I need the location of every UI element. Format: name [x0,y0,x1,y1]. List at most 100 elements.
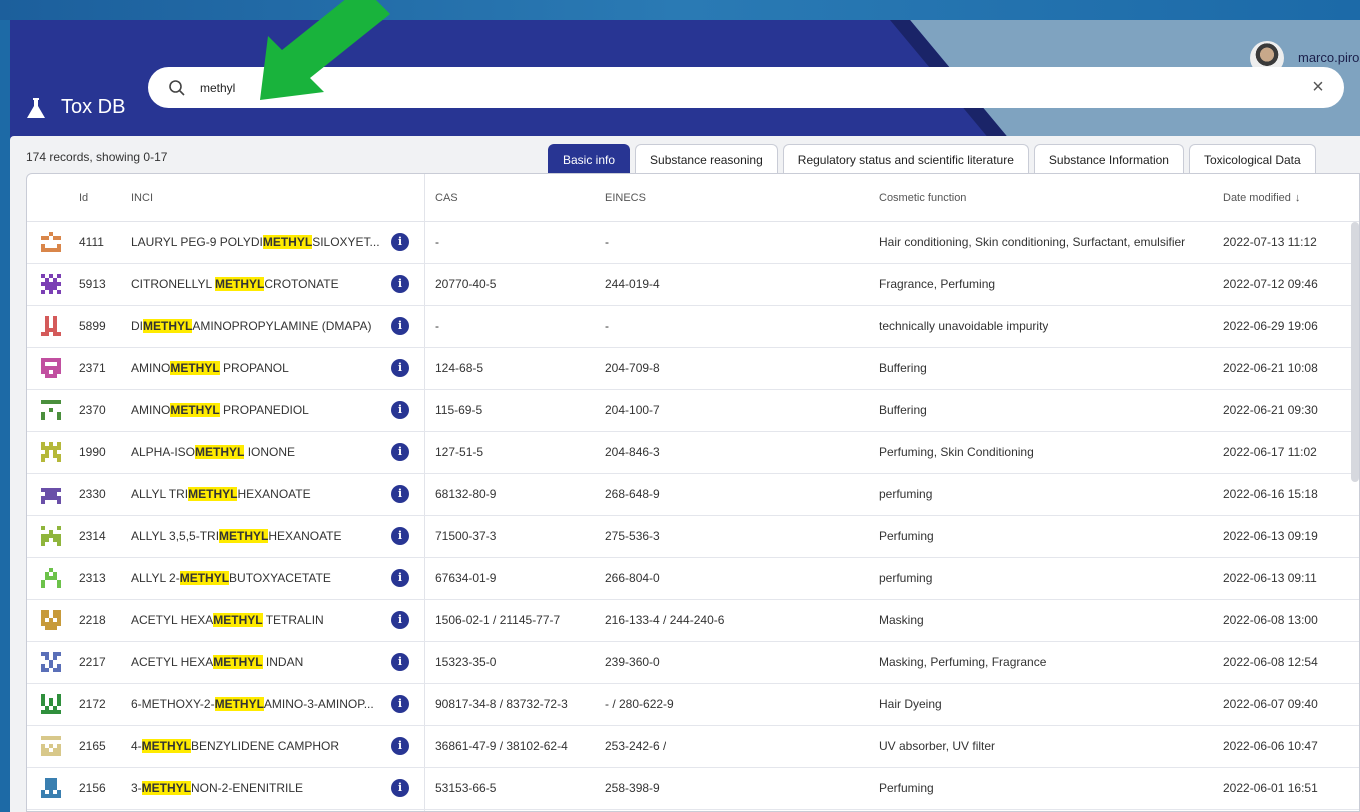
clear-search-icon[interactable]: × [1308,76,1328,99]
app-logo[interactable]: Tox DB [25,96,125,119]
table-row[interactable]: 2218 ACETYL HEXAMETHYL TETRALIN i 1506-02-1… [27,600,1359,642]
inci-prefix: 3- [131,781,142,795]
cell-einecs: 216-133-4 / 244-240-6 [605,613,725,627]
cell-cas: 53153-66-5 [435,781,497,795]
sort-down-icon[interactable]: ↓ [1295,192,1301,204]
inci-prefix: ALLYL 3,5,5-TRI [131,529,220,543]
inci-suffix: SILOXYET... [312,235,380,249]
tab-substance-information[interactable]: Substance Information [1033,144,1184,174]
info-icon[interactable]: i [391,275,409,293]
cell-einecs: 204-709-8 [605,361,660,375]
info-icon[interactable]: i [391,485,409,503]
cell-einecs: 204-846-3 [605,445,660,459]
table-row[interactable]: 2314 ALLYL 3,5,5-TRIMETHYLHEXANOATE i 71500… [27,516,1359,558]
desktop-background [0,0,1360,20]
cell-id: 5899 [79,319,106,333]
info-icon[interactable]: i [391,443,409,461]
search-match-highlight: METHYL [219,529,269,543]
table-row[interactable]: 2172 6-METHOXY-2-METHYLAMINO-3-AMINOP... i… [27,684,1359,726]
cell-cas: 36861-47-9 / 38102-62-4 [435,739,568,753]
record-count: 174 records, showing 0-17 [26,150,168,164]
cell-cas: 20770-40-5 [435,277,497,291]
table-row[interactable]: 2217 ACETYL HEXAMETHYL INDAN i 15323-35-0 23… [27,642,1359,684]
cell-cosmetic-function: perfuming [879,571,933,585]
table-row[interactable]: 5899 DIMETHYLAMINOPROPYLAMINE (DMAPA) i - - t… [27,306,1359,348]
column-header-function[interactable]: Cosmetic function [879,192,966,204]
cell-id: 2217 [79,655,106,669]
cell-id: 2313 [79,571,106,585]
cell-cas: 15323-35-0 [435,655,497,669]
search-bar[interactable]: × [148,67,1344,108]
inci-prefix: DI [131,319,143,333]
info-icon[interactable]: i [391,779,409,797]
cell-cas: - [435,319,439,333]
table-row[interactable]: 2165 4-METHYLBENZYLIDENE CAMPHOR i 36861-47… [27,726,1359,768]
cell-einecs: - [605,319,609,333]
cell-einecs: 258-398-9 [605,781,660,795]
cell-einecs: - [605,235,609,249]
info-icon[interactable]: i [391,359,409,377]
info-icon[interactable]: i [391,695,409,713]
table-row[interactable]: 4111 LAURYL PEG-9 POLYDIMETHYLSILOXYET...… [27,222,1359,264]
inci-suffix: AMINOPROPYLAMINE (DMAPA) [192,319,372,333]
inci-suffix: PROPANEDIOL [219,403,309,417]
cell-date-modified: 2022-06-21 10:08 [1223,361,1318,375]
info-icon[interactable]: i [391,611,409,629]
info-icon[interactable]: i [391,401,409,419]
cell-date-modified: 2022-07-13 11:12 [1223,235,1317,249]
substance-avatar-icon [41,694,61,714]
cell-cosmetic-function: Buffering [879,403,927,417]
substance-avatar-icon [41,610,61,630]
scrollbar[interactable] [1351,222,1359,482]
cell-id: 2371 [79,361,106,375]
info-icon[interactable]: i [391,569,409,587]
column-header-date-label: Date modified [1223,192,1291,204]
column-header-inci[interactable]: INCI [131,192,153,204]
search-match-highlight: METHYL [141,739,192,753]
tab-bar: Basic info Substance reasoning Regulatory … [548,144,1316,174]
search-icon [169,79,185,96]
column-header-date[interactable]: Date modified ↓ [1223,192,1300,204]
cell-cosmetic-function: Masking, Perfuming, Fragrance [879,655,1047,669]
user-name[interactable]: marco.pirozz [1298,50,1360,65]
table-row[interactable]: 2370 AMINOMETHYL PROPANEDIOL i 115-69-5 204-… [27,390,1359,432]
inci-suffix: TETRALIN [262,613,324,627]
substance-avatar-icon [41,778,61,798]
tab-substance-reasoning[interactable]: Substance reasoning [635,144,778,174]
desktop-background-edge [0,20,10,812]
table-row[interactable]: 2313 ALLYL 2-METHYLBUTOXYACETATE i 67634-01… [27,558,1359,600]
cell-id: 2156 [79,781,106,795]
column-header-id[interactable]: Id [79,192,88,204]
substance-avatar-icon [41,652,61,672]
table-row[interactable]: 2156 3-METHYLNON-2-ENENITRILE i 53153-66-5 2… [27,768,1359,810]
info-icon[interactable]: i [391,653,409,671]
search-match-highlight: METHYL [213,655,263,669]
cell-cosmetic-function: Perfuming, Skin Conditioning [879,445,1034,459]
table-row[interactable]: 2330 ALLYL TRIMETHYLHEXANOATE i 68132-80-9 2… [27,474,1359,516]
info-icon[interactable]: i [391,737,409,755]
search-match-highlight: METHYL [262,235,313,249]
search-match-highlight: METHYL [195,445,245,459]
inci-prefix: LAURYL PEG-9 POLYDI [131,235,263,249]
cell-inci: ALLYL 3,5,5-TRIMETHYLHEXANOATE [131,529,381,543]
info-icon[interactable]: i [391,527,409,545]
table-row[interactable]: 5913 CITRONELLYL METHYLCROTONATE i 20770-40… [27,264,1359,306]
tab-basic-info[interactable]: Basic info [548,144,631,174]
search-match-highlight: METHYL [214,697,264,711]
info-icon[interactable]: i [391,233,409,251]
tab-regulatory-status-and-scientific-literature[interactable]: Regulatory status and scientific literat… [782,144,1029,174]
inci-prefix: 4- [131,739,142,753]
cell-cas: 68132-80-9 [435,487,497,501]
substance-avatar-icon [41,484,61,504]
column-header-cas[interactable]: CAS [435,192,458,204]
search-input[interactable] [200,80,1308,95]
cell-id: 2218 [79,613,106,627]
tab-toxicological-data[interactable]: Toxicological Data [1188,144,1316,174]
table-row[interactable]: 2371 AMINOMETHYL PROPANOL i 124-68-5 204-709… [27,348,1359,390]
inci-prefix: AMINO [131,361,171,375]
info-icon[interactable]: i [391,317,409,335]
table-row[interactable]: 1990 ALPHA-ISOMETHYL IONONE i 127-51-5 204-8… [27,432,1359,474]
column-header-einecs[interactable]: EINECS [605,192,646,204]
substance-avatar-icon [41,274,61,294]
cell-einecs: 253-242-6 / [605,739,667,753]
